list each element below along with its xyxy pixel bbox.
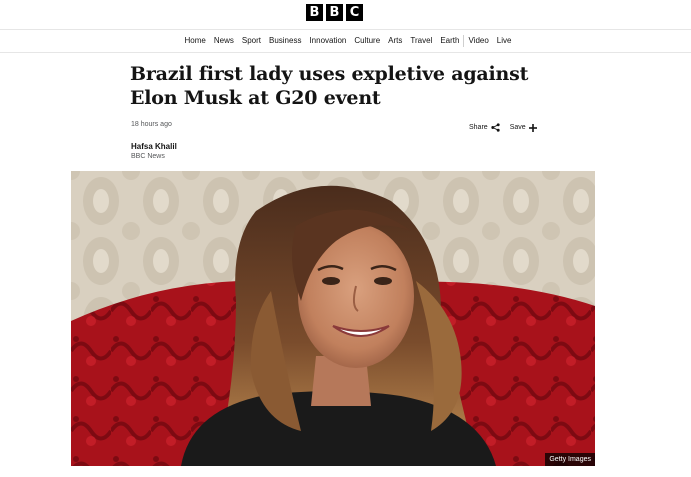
share-label: Share <box>469 124 488 131</box>
author-organisation: BBC News <box>131 153 165 160</box>
image-credit: Getty Images <box>545 453 595 466</box>
logo-letter: B <box>326 4 343 21</box>
nav-item-arts[interactable]: Arts <box>384 35 406 47</box>
nav-item-earth[interactable]: Earth <box>436 35 463 47</box>
share-button[interactable]: Share <box>469 123 500 132</box>
save-label: Save <box>509 124 526 131</box>
bbc-logo[interactable]: B B C <box>306 4 363 21</box>
article-actions: Share Save <box>469 123 537 132</box>
share-icon <box>491 123 500 132</box>
portrait-photo-icon <box>71 171 595 466</box>
nav-item-live[interactable]: Live <box>493 35 516 47</box>
plus-icon <box>528 123 537 132</box>
top-bar: B B C <box>0 0 691 30</box>
nav-item-video[interactable]: Video <box>464 35 492 47</box>
nav-item-news[interactable]: News <box>210 35 238 47</box>
logo-letter: C <box>346 4 363 21</box>
hero-image: Getty Images <box>71 171 595 466</box>
nav-list: Home News Sport Business Innovation Cult… <box>181 35 516 47</box>
author-name[interactable]: Hafsa Khalil <box>131 142 177 151</box>
article-timestamp: 18 hours ago <box>131 121 172 128</box>
nav-item-business[interactable]: Business <box>265 35 305 47</box>
nav-item-innovation[interactable]: Innovation <box>305 35 350 47</box>
nav-item-sport[interactable]: Sport <box>238 35 265 47</box>
nav-item-travel[interactable]: Travel <box>406 35 436 47</box>
main-nav: Home News Sport Business Innovation Cult… <box>0 30 691 53</box>
nav-item-culture[interactable]: Culture <box>350 35 384 47</box>
article-headline: Brazil first lady uses expletive against… <box>130 63 529 109</box>
save-button[interactable]: Save <box>509 123 537 132</box>
logo-letter: B <box>306 4 323 21</box>
nav-item-home[interactable]: Home <box>181 35 210 47</box>
